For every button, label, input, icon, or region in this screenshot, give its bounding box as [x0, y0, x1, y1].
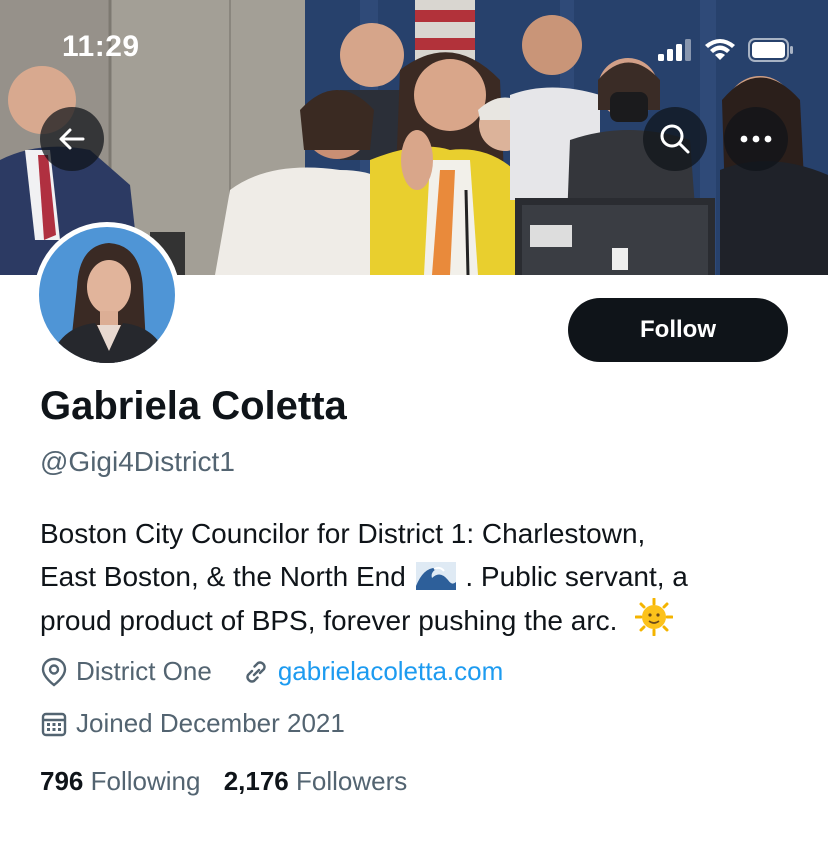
- bio-text: . Public servant, a: [465, 561, 688, 592]
- link-icon: [242, 658, 270, 686]
- bio-line: Boston City Councilor for District 1: Ch…: [40, 518, 646, 549]
- cellular-signal-icon: [658, 39, 691, 61]
- more-horizontal-icon: [740, 135, 772, 143]
- bio-line: proud product of BPS, forever pushing th…: [40, 598, 800, 642]
- profile-location: District One: [76, 656, 212, 686]
- profile-avatar[interactable]: [34, 222, 180, 368]
- sun-face-emoji-icon: [635, 598, 674, 636]
- wifi-icon: [705, 39, 735, 60]
- calendar-icon: [40, 710, 68, 738]
- bio-text: proud product of BPS, forever pushing th…: [40, 605, 618, 636]
- profile-stats: 796 Following 2,176 Followers: [40, 766, 407, 797]
- battery-icon: [748, 38, 793, 62]
- bio-line: East Boston, & the North End . Public se…: [40, 555, 800, 598]
- bio-text: East Boston, & the North End: [40, 561, 406, 592]
- search-icon: [660, 124, 690, 154]
- followers-stat[interactable]: 2,176 Followers: [224, 766, 408, 796]
- avatar-photo: [39, 227, 175, 363]
- follow-button[interactable]: Follow: [568, 298, 788, 362]
- profile-bio: Boston City Councilor for District 1: Ch…: [40, 512, 800, 642]
- back-button[interactable]: [40, 107, 104, 171]
- profile-meta-row: District One gabrielacoletta.com: [40, 656, 503, 687]
- followers-count: 2,176: [223, 766, 289, 796]
- following-count: 796: [40, 766, 84, 796]
- profile-joined-date: Joined December 2021: [76, 708, 345, 738]
- wave-emoji-icon: [415, 562, 456, 590]
- profile-joined-row: Joined December 2021: [40, 708, 345, 739]
- status-bar: 11:29: [0, 0, 828, 100]
- location-pin-icon: [40, 657, 68, 687]
- more-button[interactable]: [724, 107, 788, 171]
- following-stat[interactable]: 796 Following: [40, 766, 200, 796]
- status-icons: [658, 38, 794, 62]
- profile-website-link[interactable]: gabrielacoletta.com: [278, 656, 503, 687]
- following-label: Following: [90, 766, 201, 796]
- arrow-left-icon: [59, 128, 85, 150]
- followers-label: Followers: [296, 766, 408, 796]
- profile-handle: @Gigi4District1: [40, 446, 235, 477]
- profile-name: Gabriela Coletta: [40, 384, 347, 428]
- search-button[interactable]: [643, 107, 707, 171]
- status-time: 11:29: [62, 30, 140, 63]
